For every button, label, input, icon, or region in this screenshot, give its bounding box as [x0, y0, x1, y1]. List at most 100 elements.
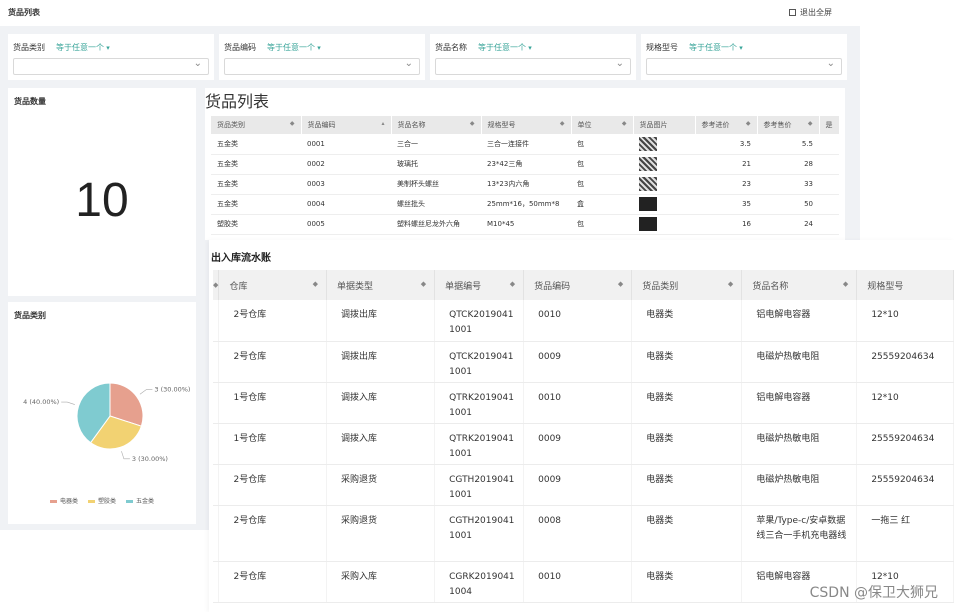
filter-select[interactable] — [646, 58, 842, 75]
table-cell: 2号仓库 — [218, 505, 327, 562]
col-header[interactable]: 货品名称 ◆ — [391, 116, 482, 134]
goods-table: 货品类别 ◆ 货品编码 ▴ 货品名称 ◆ 规格型号 ◆ 单位 ◆ 货品图片 参考进价 ◆ 参… — [211, 116, 840, 235]
cell-text: 0008 — [538, 515, 562, 526]
col-header[interactable]: 仓库 ◆ — [218, 270, 327, 300]
table-cell: 调拨入库 — [326, 423, 436, 465]
table-row[interactable]: 2号仓库 采购退货 CGTH20190411001 0008 电器类 苹果/Type-c/… — [213, 505, 954, 562]
table-cell: 2号仓库 — [218, 341, 327, 383]
product-thumbnail — [639, 197, 657, 211]
table-row[interactable]: 2号仓库 调拨出库 QTCK20190411001 0010 电器类 铝电解电容器 12*1… — [213, 300, 954, 342]
cell-text: 25559204634 — [871, 433, 935, 444]
table-row[interactable]: 五金类 0002 玻璃托 23*42三角包 21 28 — [211, 154, 839, 175]
table-cell: 电磁炉热敏电阻 — [741, 423, 858, 465]
col-header[interactable]: 是 — [819, 116, 840, 134]
table-cell: 五金类 — [211, 134, 301, 155]
table-cell: 调拨出库 — [326, 300, 436, 342]
table-cell: 三合一 — [391, 134, 481, 155]
pie-label-line — [61, 401, 75, 405]
cell-text: 电器类 — [646, 474, 674, 485]
cell-text: 电器类 — [646, 351, 674, 362]
table-cell: 五金类 — [211, 174, 301, 195]
table-cell: 25559204634 — [856, 341, 954, 383]
filter-operator[interactable]: 等于任意一个 — [478, 42, 532, 53]
table-cell: 0001 — [301, 134, 391, 155]
table-cell: 0010 — [523, 382, 633, 424]
pie-label: 3 (30.00%) — [154, 386, 190, 394]
table-cell: 五金类 — [211, 154, 301, 175]
col-header[interactable]: 货品名称 ◆ — [741, 270, 858, 300]
table-cell: CGTH20190411001 — [434, 464, 525, 506]
table-cell — [819, 134, 839, 155]
filter-operator[interactable]: 等于任意一个 — [56, 42, 110, 53]
table-cell: 5.5 — [757, 134, 819, 155]
table-cell: 50 — [757, 194, 819, 215]
table-cell: 35 — [695, 194, 757, 215]
col-header[interactable]: 单据类型 ◆ — [326, 270, 436, 300]
filter-label: 货品名称 — [435, 43, 467, 52]
col-header[interactable]: 货品类别 ◆ — [631, 270, 743, 300]
table-row[interactable]: 五金类 0004 螺丝批头 25mm*16，50mm*8 盒 35 50 — [211, 194, 839, 215]
table-row[interactable]: 1号仓库 调拨入库 QTRK20190411001 0009 电器类 电磁炉热敏电阻 255… — [213, 423, 954, 465]
col-header[interactable]: 货品类别 ◆ — [211, 116, 302, 134]
legend-item[interactable]: 塑胶类 — [87, 498, 116, 505]
table-cell: 包 — [571, 174, 633, 195]
goods-count: 10 — [75, 174, 129, 227]
table-row[interactable]: 五金类 0001 三合一 三合一连接件包 3.5 5.5 — [211, 134, 839, 155]
table-cell: QTRK20190411001 — [434, 382, 525, 424]
legend-item[interactable]: 五金类 — [126, 498, 154, 505]
table-cell: 包 — [571, 154, 633, 175]
col-header[interactable]: 货品编码 ◆ — [523, 270, 633, 300]
filter-operator[interactable]: 等于任意一个 — [267, 42, 321, 53]
col-header[interactable]: 货品编码 ▴ — [301, 116, 392, 134]
cell-text: 调拨出库 — [341, 351, 378, 362]
cell-text: QTRK20190411001 — [449, 392, 514, 418]
page-title: 货品列表 — [8, 8, 40, 17]
col-header[interactable]: 单位 ◆ — [571, 116, 634, 134]
cell-text: 0010 — [538, 571, 562, 582]
table-cell — [633, 154, 695, 175]
col-header[interactable]: 规格型号 ◆ — [481, 116, 572, 134]
table-cell: 1号仓库 — [218, 423, 327, 465]
table-cell: M10*45 — [481, 214, 571, 235]
product-thumbnail — [639, 177, 657, 191]
table-row[interactable]: 1号仓库 调拨入库 QTRK20190411001 0010 电器类 铝电解电容器 12*1… — [213, 382, 954, 424]
legend-label: 五金类 — [136, 498, 155, 505]
table-cell: 电器类 — [631, 505, 743, 562]
table-cell: 0004 — [301, 194, 391, 215]
col-header[interactable]: 参考进价 ◆ — [695, 116, 758, 134]
filter-select[interactable] — [13, 58, 209, 75]
table-row[interactable]: 五金类 0003 美制杯头螺丝 13*23内六角包 23 33 — [211, 174, 839, 195]
filter-select[interactable] — [224, 58, 420, 75]
legend-item[interactable]: 电器类 — [49, 498, 78, 505]
table-cell: 采购入库 — [326, 561, 436, 603]
cell-text: 调拨入库 — [341, 392, 378, 403]
ledger-title: 出入库流水账 — [211, 253, 271, 264]
col-header[interactable]: 单据编号 ◆ — [434, 270, 525, 300]
table-cell: 包 — [571, 214, 633, 235]
filter-select[interactable] — [435, 58, 631, 75]
ledger-table: ◆ 仓库 ◆ 单据类型 ◆ 单据编号 ◆ 货品编码 ◆ 货品类别 ◆ 货品名称 ◆ 规格型号… — [213, 270, 954, 603]
table-row[interactable]: 塑胶类 0005 塑料螺丝尼龙外六角 M10*45 包 16 24 — [211, 214, 839, 235]
table-cell: 电器类 — [631, 300, 743, 342]
cell-text: 铝电解电容器 — [756, 310, 811, 320]
table-cell: 23*42三角 — [481, 154, 571, 175]
col-header[interactable]: 规格型号 — [856, 270, 954, 300]
col-header[interactable]: 参考售价 ◆ — [757, 116, 820, 134]
table-row[interactable]: 2号仓库 采购退货 CGTH20190411001 0009 电器类 电磁炉热敏电阻 255… — [213, 464, 954, 506]
table-cell: QTCK20190411001 — [434, 341, 525, 383]
cell-text: CGTH20190411001 — [449, 515, 515, 541]
fullscreen-icon — [789, 9, 796, 16]
table-cell — [633, 194, 695, 215]
table-cell: 电器类 — [631, 341, 743, 383]
table-cell: 0002 — [301, 154, 391, 175]
exit-fullscreen-button[interactable]: 退出全屏 — [789, 7, 832, 18]
table-row[interactable]: 2号仓库 调拨出库 QTCK20190411001 0009 电器类 电磁炉热敏电阻 255… — [213, 341, 954, 383]
filter-operator[interactable]: 等于任意一个 — [689, 42, 743, 53]
col-header[interactable]: 货品图片 — [633, 116, 696, 134]
count-card: 货品数量 10 — [8, 88, 196, 296]
table-cell: 25559204634 — [856, 423, 954, 465]
cell-text: 电磁炉热敏电阻 — [756, 433, 820, 444]
cell-text: 电器类 — [646, 515, 674, 526]
table-cell: 23 — [695, 174, 757, 195]
cell-text: QTRK20190411001 — [449, 433, 514, 459]
